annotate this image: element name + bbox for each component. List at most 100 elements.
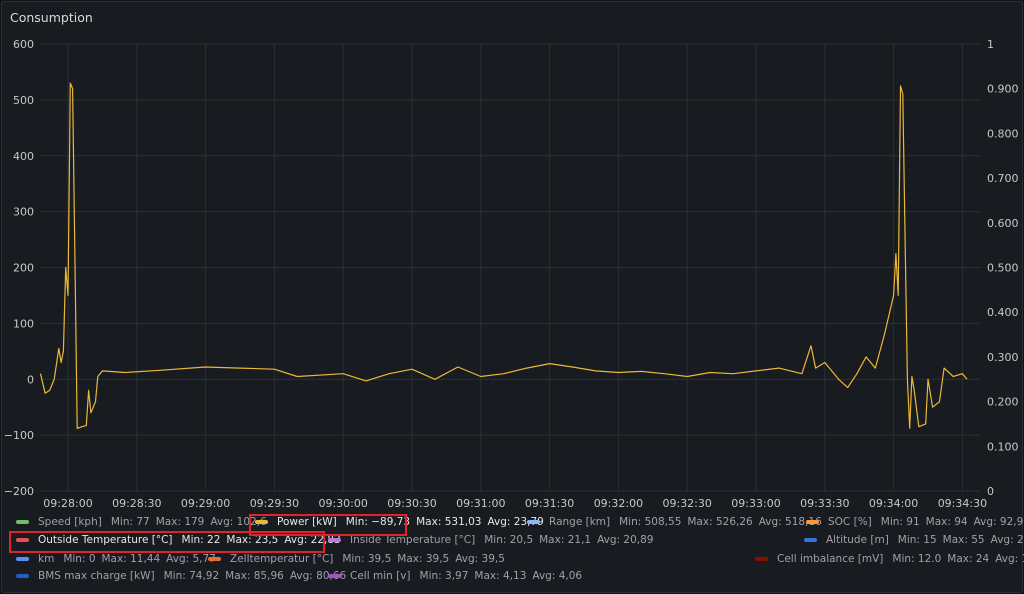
y-right-tick-label: 0.400 <box>987 306 1019 319</box>
legend-item-inside-temperature[interactable]: Inside Temperature [°C] Min: 20,5 Max: 2… <box>328 534 659 546</box>
legend-min: Min: 20,5 <box>484 534 534 546</box>
legend-series-name: Cell imbalance [mV] <box>777 553 884 565</box>
x-tick-label: 09:29:30 <box>250 497 299 510</box>
legend-min: Min: 91 <box>880 516 920 528</box>
legend-min: Min: 77 <box>110 516 150 528</box>
legend-min: Min: 12.0 <box>892 553 942 565</box>
y-left-tick-label: 100 <box>13 317 34 330</box>
legend-series-name: Cell min [v] <box>350 570 411 582</box>
legend-max: Max: 55 <box>942 534 985 546</box>
y-left-tick-label: −100 <box>4 429 34 442</box>
x-tick-label: 09:32:30 <box>662 497 711 510</box>
y-right-tick-label: 1 <box>987 38 994 51</box>
legend-max: Max: 24 <box>947 553 990 565</box>
y-right-tick-label: 0.300 <box>987 351 1019 364</box>
legend-series-name: Altitude [m] <box>826 534 889 546</box>
legend-min: Min: 39,5 <box>342 553 392 565</box>
legend-item-speed[interactable]: Speed [kph] Min: 77 Max: 179 Avg: 102,6 <box>16 516 273 528</box>
legend-avg: Avg: 92,95 <box>973 516 1024 528</box>
y-left-tick-label: 300 <box>13 206 34 219</box>
x-tick-label: 09:30:00 <box>318 497 367 510</box>
legend-series-name: BMS max charge [kW] <box>38 570 155 582</box>
x-tick-label: 09:31:30 <box>525 497 574 510</box>
consumption-chart[interactable]: 600 500 400 300 200 100 0 −100 −200 1 0.900 0.800 0.… <box>0 0 1024 594</box>
legend-item-power[interactable]: Power [kW] Min: −89,73 Max: 531,03 Avg: … <box>255 516 550 528</box>
y-left-tick-label: 500 <box>13 94 34 107</box>
series-swatch-icon <box>328 538 341 542</box>
series-swatch-icon <box>208 557 221 561</box>
x-tick-label: 09:33:30 <box>800 497 849 510</box>
legend-min: Min: 74,92 <box>163 570 220 582</box>
y-right-tick-label: 0.800 <box>987 127 1019 140</box>
legend-item-km[interactable]: km Min: 0 Max: 11,44 Avg: 5,77 <box>16 553 222 565</box>
legend-item-soc[interactable]: SOC [%] Min: 91 Max: 94 Avg: 92,95 <box>806 516 1024 528</box>
legend-min: Min: 3,97 <box>419 570 469 582</box>
legend-max: Max: 85,96 <box>225 570 284 582</box>
legend-min: Min: 0 <box>63 553 96 565</box>
series-swatch-icon <box>806 520 819 524</box>
legend-min: Min: 22 <box>181 534 221 546</box>
legend-avg: Avg: 4,06 <box>532 570 583 582</box>
legend-min: Min: 15 <box>897 534 937 546</box>
series-swatch-icon <box>804 538 817 542</box>
legend-series-name: Zelltemperatur [°C] <box>230 553 334 565</box>
y-right-tick-label: 0.200 <box>987 396 1019 409</box>
legend-max: Max: 39,5 <box>397 553 450 565</box>
legend-min: Min: −89,73 <box>345 516 411 528</box>
legend-item-zelltemperatur[interactable]: Zelltemperatur [°C] Min: 39,5 Max: 39,5 … <box>208 553 511 565</box>
legend-avg: Avg: 39,5 <box>455 553 505 565</box>
series-swatch-icon <box>527 520 540 524</box>
legend-item-altitude[interactable]: Altitude [m] Min: 15 Max: 55 Avg: 29.0 <box>804 534 1024 546</box>
y-right-tick-label: 0.700 <box>987 172 1019 185</box>
x-tick-label: 09:30:30 <box>387 497 436 510</box>
legend-series-name: km <box>38 553 55 565</box>
x-tick-label: 09:33:00 <box>731 497 780 510</box>
legend-item-outside-temperature[interactable]: Outside Temperature [°C] Min: 22 Max: 23… <box>16 534 347 546</box>
y-right-tick-label: 0.600 <box>987 217 1019 230</box>
legend-item-cell-min[interactable]: Cell min [v] Min: 3,97 Max: 4,13 Avg: 4,… <box>328 570 588 582</box>
legend-max: Max: 23,5 <box>226 534 279 546</box>
legend-series-name: Inside Temperature [°C] <box>350 534 476 546</box>
legend-max: Max: 179 <box>155 516 205 528</box>
series-swatch-icon <box>328 574 341 578</box>
x-tick-label: 09:31:00 <box>456 497 505 510</box>
legend-avg: Avg: 29.0 <box>990 534 1024 546</box>
legend-max: Max: 526,26 <box>687 516 753 528</box>
legend-max: Max: 21,1 <box>539 534 592 546</box>
y-left-tick-label: −200 <box>4 485 34 498</box>
x-tick-label: 09:34:30 <box>938 497 987 510</box>
y-right-tick-label: 0.100 <box>987 440 1019 453</box>
legend-max: Max: 4,13 <box>474 570 527 582</box>
y-left-tick-label: 0 <box>27 373 34 386</box>
legend-series-name: SOC [%] <box>828 516 872 528</box>
legend-avg: Avg: 13.5 <box>995 553 1024 565</box>
legend-item-cell-imbalance[interactable]: Cell imbalance [mV] Min: 12.0 Max: 24 Av… <box>755 553 1024 565</box>
x-tick-label: 09:28:00 <box>43 497 92 510</box>
x-tick-label: 09:34:00 <box>869 497 918 510</box>
series-swatch-icon <box>755 557 768 561</box>
legend-min: Min: 508,55 <box>619 516 682 528</box>
series-swatch-icon <box>16 520 29 524</box>
y-right-tick-label: 0.500 <box>987 262 1019 275</box>
x-tick-label: 09:32:00 <box>594 497 643 510</box>
series-swatch-icon <box>16 538 29 542</box>
legend-item-bms-max-charge[interactable]: BMS max charge [kW] Min: 74,92 Max: 85,9… <box>16 570 352 582</box>
y-left-tick-label: 600 <box>13 38 34 51</box>
legend-series-name: Outside Temperature [°C] <box>38 534 173 546</box>
x-tick-label: 09:29:00 <box>181 497 230 510</box>
series-swatch-icon <box>255 520 268 524</box>
legend-max: Max: 94 <box>925 516 968 528</box>
series-line-power[interactable] <box>39 82 968 429</box>
x-tick-label: 09:28:30 <box>112 497 161 510</box>
y-left-tick-label: 200 <box>13 262 34 275</box>
legend-series-name: Power [kW] <box>277 516 337 528</box>
legend-max: Max: 531,03 <box>416 516 482 528</box>
legend-item-range[interactable]: Range [km] Min: 508,55 Max: 526,26 Avg: … <box>527 516 828 528</box>
legend-series-name: Range [km] <box>549 516 611 528</box>
series-swatch-icon <box>16 557 29 561</box>
legend-max: Max: 11,44 <box>101 553 161 565</box>
y-right-tick-label: 0.900 <box>987 83 1019 96</box>
y-left-tick-label: 400 <box>13 150 34 163</box>
legend-avg: Avg: 20,89 <box>597 534 654 546</box>
legend-series-name: Speed [kph] <box>38 516 102 528</box>
